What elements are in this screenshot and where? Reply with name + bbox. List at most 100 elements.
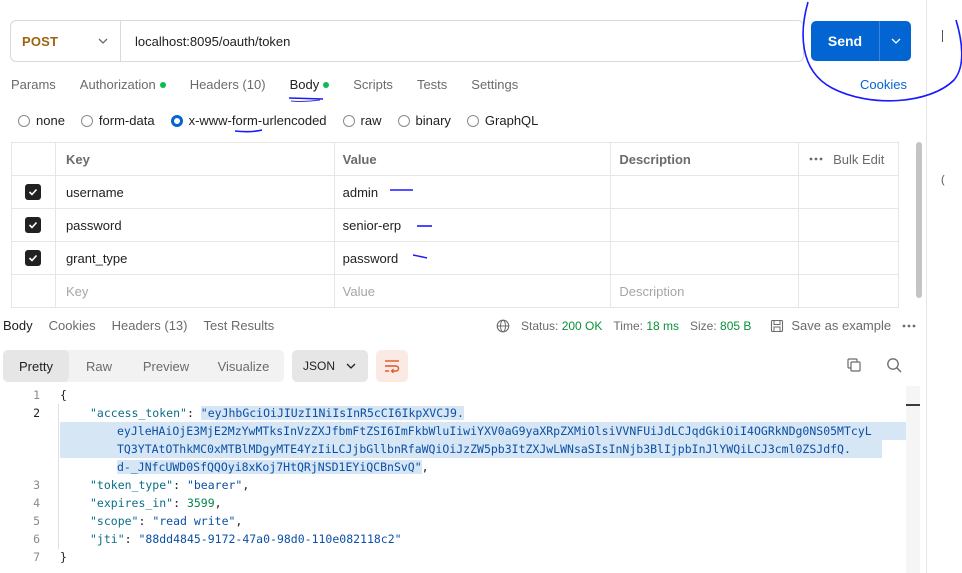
radio-binary[interactable]: binary <box>397 113 451 128</box>
response-tab-test-results[interactable]: Test Results <box>203 318 274 333</box>
more-horizontal-icon[interactable] <box>809 157 823 161</box>
row-checkbox-empty <box>12 275 56 307</box>
radio-graphql[interactable]: GraphQL <box>466 113 538 128</box>
column-header-key: Key <box>56 143 335 175</box>
tab-scripts[interactable]: Scripts <box>353 77 393 92</box>
radio-none[interactable]: none <box>18 113 65 128</box>
tab-headers[interactable]: Headers (10) <box>190 77 266 92</box>
active-dot-icon <box>323 81 330 88</box>
side-panel-glyph: ( <box>941 174 945 186</box>
param-value[interactable]: password <box>335 242 612 274</box>
time-indicator[interactable]: Time: 18 ms <box>613 319 679 333</box>
header-checkbox-cell <box>12 143 56 175</box>
tab-params[interactable]: Params <box>11 77 56 92</box>
table-row: grant_type password <box>12 242 899 275</box>
method-select[interactable]: POST <box>11 21 121 61</box>
params-table: Key Value Description Bulk Edit username… <box>11 142 899 308</box>
wrap-lines-icon <box>385 360 400 373</box>
indent-guide <box>58 404 59 549</box>
cookies-link[interactable]: Cookies <box>860 77 907 92</box>
table-row: username admin <box>12 176 899 209</box>
search-icon[interactable] <box>886 357 902 373</box>
save-example-button[interactable]: Save as example <box>770 318 891 333</box>
code-line: "token_type": "bearer", <box>90 478 250 492</box>
annotation-underline-body <box>288 97 324 100</box>
code-line: "jti": "88dd4845-9172-47a0-98d0-110e0821… <box>90 532 402 546</box>
tab-authorization[interactable]: Authorization <box>80 77 166 92</box>
annotation-underline-body-2 <box>290 99 321 102</box>
radio-x-www-form-urlencoded[interactable]: x-www-form-urlencoded <box>170 113 327 128</box>
view-preview[interactable]: Preview <box>129 350 203 382</box>
radio-circle <box>466 114 479 127</box>
row-checkbox[interactable] <box>12 209 56 241</box>
checkbox-checked-icon <box>25 217 42 233</box>
active-dot-icon <box>159 81 166 88</box>
radio-circle <box>80 114 93 127</box>
url-input[interactable]: localhost:8095/oauth/token <box>121 34 290 49</box>
panel-divider <box>926 0 927 573</box>
radio-raw[interactable]: raw <box>342 113 382 128</box>
table-row: password senior-erp <box>12 209 899 242</box>
param-description[interactable] <box>611 242 800 274</box>
param-description[interactable] <box>611 209 800 241</box>
new-key-input[interactable]: Key <box>56 275 335 307</box>
method-label: POST <box>22 33 59 49</box>
view-visualize[interactable]: Visualize <box>203 350 284 382</box>
code-line: } <box>60 550 67 564</box>
radio-form-data[interactable]: form-data <box>80 113 155 128</box>
param-key[interactable]: grant_type <box>56 242 335 274</box>
view-pretty[interactable]: Pretty <box>3 350 69 382</box>
editor-scrollbar[interactable] <box>906 386 920 573</box>
param-key[interactable]: password <box>56 209 335 241</box>
copy-icon[interactable] <box>846 357 862 373</box>
view-raw[interactable]: Raw <box>69 350 129 382</box>
chevron-down-icon <box>346 363 356 369</box>
tab-tests[interactable]: Tests <box>417 77 447 92</box>
wrap-lines-button[interactable] <box>376 350 408 382</box>
line-number: 7 <box>33 550 40 564</box>
row-checkbox[interactable] <box>12 242 56 274</box>
response-tab-headers[interactable]: Headers (13) <box>112 318 188 333</box>
size-value: 805 B <box>720 318 752 333</box>
send-options-button[interactable] <box>880 36 911 46</box>
format-select[interactable]: JSON <box>292 350 368 382</box>
response-tab-cookies[interactable]: Cookies <box>49 318 96 333</box>
status-indicator[interactable]: Status: 200 OK <box>521 319 602 333</box>
new-value-input[interactable]: Value <box>335 275 612 307</box>
tab-settings[interactable]: Settings <box>471 77 518 92</box>
tab-body[interactable]: Body <box>290 77 330 92</box>
request-scrollbar[interactable] <box>916 142 922 298</box>
status-value: 200 OK <box>561 318 603 333</box>
new-description-input[interactable]: Description <box>611 275 800 307</box>
line-number: 1 <box>33 388 40 402</box>
editor-scroll-marker <box>906 404 920 406</box>
param-value[interactable]: senior-erp <box>335 209 612 241</box>
column-header-description: Description <box>611 143 800 175</box>
param-description[interactable] <box>611 176 800 208</box>
row-end-cell <box>799 176 899 208</box>
line-number: 2 <box>33 406 40 420</box>
network-globe-icon[interactable] <box>496 319 510 333</box>
more-options-icon[interactable] <box>902 324 916 328</box>
side-panel-edge <box>942 30 943 42</box>
checkbox-checked-icon <box>25 250 42 266</box>
row-end-cell <box>799 275 899 307</box>
send-button[interactable]: Send <box>811 21 911 61</box>
table-header-row: Key Value Description Bulk Edit <box>12 143 899 176</box>
radio-circle <box>397 114 410 127</box>
line-number: 3 <box>33 478 40 492</box>
line-number: 5 <box>33 514 40 528</box>
time-value: 18 ms <box>646 318 679 333</box>
row-checkbox[interactable] <box>12 176 56 208</box>
bulk-edit-button[interactable]: Bulk Edit <box>799 143 899 175</box>
size-indicator[interactable]: Size: 805 B <box>690 319 751 333</box>
code-line: { <box>60 388 67 402</box>
code-line-wrap: eyJleHAiOjE3MjE2MzYwMTksInVzZXJfbmFtZSI6… <box>60 422 906 440</box>
access-token-value: "eyJhbGciOiJIUzI1NiIsInR5cCI6IkpXVCJ9. <box>200 406 464 420</box>
param-key[interactable]: username <box>56 176 335 208</box>
response-tab-body[interactable]: Body <box>3 318 33 333</box>
annotation-underline-form <box>234 129 263 133</box>
code-line-wrap: d-_JNfcUWD0SfQQOyi8xKoj7HtQRjNSD1EYiQCBn… <box>117 460 429 474</box>
param-value[interactable]: admin <box>335 176 612 208</box>
code-line: "access_token": "eyJhbGciOiJIUzI1NiIsInR… <box>90 406 464 420</box>
